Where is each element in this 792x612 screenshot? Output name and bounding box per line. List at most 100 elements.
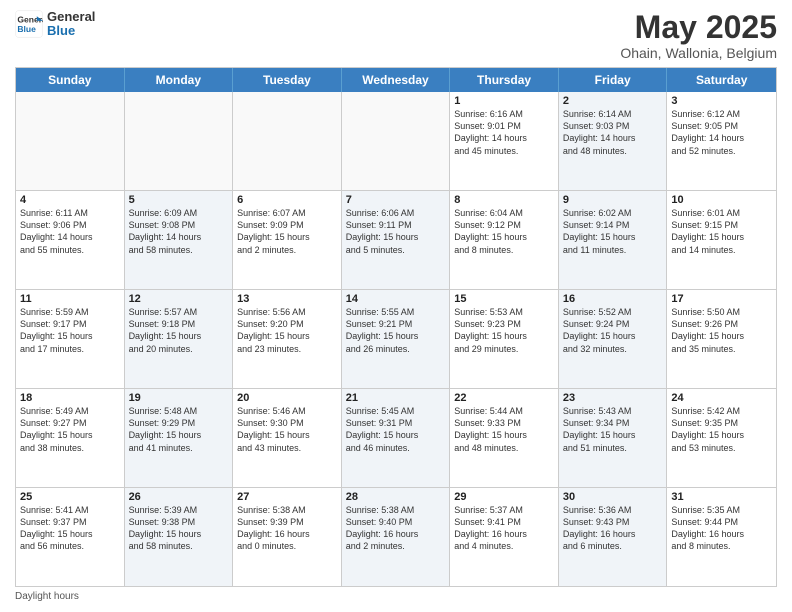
calendar-header-cell: Friday	[559, 68, 668, 92]
calendar-cell: 31Sunrise: 5:35 AM Sunset: 9:44 PM Dayli…	[667, 488, 776, 586]
calendar-cell: 6Sunrise: 6:07 AM Sunset: 9:09 PM Daylig…	[233, 191, 342, 289]
calendar-cell: 11Sunrise: 5:59 AM Sunset: 9:17 PM Dayli…	[16, 290, 125, 388]
day-number: 25	[20, 491, 120, 503]
day-number: 30	[563, 491, 663, 503]
cell-daylight-info: Sunrise: 6:16 AM Sunset: 9:01 PM Dayligh…	[454, 108, 554, 157]
day-number: 13	[237, 293, 337, 305]
calendar-cell: 4Sunrise: 6:11 AM Sunset: 9:06 PM Daylig…	[16, 191, 125, 289]
calendar-cell	[342, 92, 451, 190]
calendar-header-row: SundayMondayTuesdayWednesdayThursdayFrid…	[16, 68, 776, 92]
calendar-cell: 1Sunrise: 6:16 AM Sunset: 9:01 PM Daylig…	[450, 92, 559, 190]
day-number: 12	[129, 293, 229, 305]
calendar-cell: 26Sunrise: 5:39 AM Sunset: 9:38 PM Dayli…	[125, 488, 234, 586]
day-number: 23	[563, 392, 663, 404]
day-number: 17	[671, 293, 772, 305]
title-block: May 2025 Ohain, Wallonia, Belgium	[620, 10, 777, 61]
cell-daylight-info: Sunrise: 5:55 AM Sunset: 9:21 PM Dayligh…	[346, 306, 446, 355]
calendar-cell: 8Sunrise: 6:04 AM Sunset: 9:12 PM Daylig…	[450, 191, 559, 289]
calendar-cell: 3Sunrise: 6:12 AM Sunset: 9:05 PM Daylig…	[667, 92, 776, 190]
day-number: 31	[671, 491, 772, 503]
calendar-cell: 5Sunrise: 6:09 AM Sunset: 9:08 PM Daylig…	[125, 191, 234, 289]
calendar-header-cell: Thursday	[450, 68, 559, 92]
cell-daylight-info: Sunrise: 5:56 AM Sunset: 9:20 PM Dayligh…	[237, 306, 337, 355]
footer-note: Daylight hours	[15, 591, 777, 602]
day-number: 22	[454, 392, 554, 404]
calendar-cell: 29Sunrise: 5:37 AM Sunset: 9:41 PM Dayli…	[450, 488, 559, 586]
cell-daylight-info: Sunrise: 5:38 AM Sunset: 9:40 PM Dayligh…	[346, 504, 446, 553]
cell-daylight-info: Sunrise: 6:02 AM Sunset: 9:14 PM Dayligh…	[563, 207, 663, 256]
calendar-cell: 17Sunrise: 5:50 AM Sunset: 9:26 PM Dayli…	[667, 290, 776, 388]
calendar: SundayMondayTuesdayWednesdayThursdayFrid…	[15, 67, 777, 587]
calendar-header-cell: Saturday	[667, 68, 776, 92]
cell-daylight-info: Sunrise: 6:04 AM Sunset: 9:12 PM Dayligh…	[454, 207, 554, 256]
cell-daylight-info: Sunrise: 5:50 AM Sunset: 9:26 PM Dayligh…	[671, 306, 772, 355]
cell-daylight-info: Sunrise: 5:45 AM Sunset: 9:31 PM Dayligh…	[346, 405, 446, 454]
day-number: 14	[346, 293, 446, 305]
calendar-row: 18Sunrise: 5:49 AM Sunset: 9:27 PM Dayli…	[16, 389, 776, 488]
header: General Blue General Blue May 2025 Ohain…	[15, 10, 777, 61]
cell-daylight-info: Sunrise: 5:52 AM Sunset: 9:24 PM Dayligh…	[563, 306, 663, 355]
day-number: 3	[671, 95, 772, 107]
day-number: 9	[563, 194, 663, 206]
calendar-row: 4Sunrise: 6:11 AM Sunset: 9:06 PM Daylig…	[16, 191, 776, 290]
day-number: 18	[20, 392, 120, 404]
calendar-row: 25Sunrise: 5:41 AM Sunset: 9:37 PM Dayli…	[16, 488, 776, 586]
calendar-cell: 13Sunrise: 5:56 AM Sunset: 9:20 PM Dayli…	[233, 290, 342, 388]
day-number: 15	[454, 293, 554, 305]
calendar-body: 1Sunrise: 6:16 AM Sunset: 9:01 PM Daylig…	[16, 92, 776, 586]
calendar-cell	[233, 92, 342, 190]
day-number: 4	[20, 194, 120, 206]
calendar-cell: 19Sunrise: 5:48 AM Sunset: 9:29 PM Dayli…	[125, 389, 234, 487]
day-number: 6	[237, 194, 337, 206]
day-number: 16	[563, 293, 663, 305]
day-number: 2	[563, 95, 663, 107]
day-number: 28	[346, 491, 446, 503]
page: General Blue General Blue May 2025 Ohain…	[0, 0, 792, 612]
calendar-header-cell: Tuesday	[233, 68, 342, 92]
day-number: 20	[237, 392, 337, 404]
cell-daylight-info: Sunrise: 5:42 AM Sunset: 9:35 PM Dayligh…	[671, 405, 772, 454]
calendar-cell	[16, 92, 125, 190]
cell-daylight-info: Sunrise: 6:06 AM Sunset: 9:11 PM Dayligh…	[346, 207, 446, 256]
cell-daylight-info: Sunrise: 5:44 AM Sunset: 9:33 PM Dayligh…	[454, 405, 554, 454]
cell-daylight-info: Sunrise: 5:38 AM Sunset: 9:39 PM Dayligh…	[237, 504, 337, 553]
calendar-cell: 15Sunrise: 5:53 AM Sunset: 9:23 PM Dayli…	[450, 290, 559, 388]
calendar-cell: 2Sunrise: 6:14 AM Sunset: 9:03 PM Daylig…	[559, 92, 668, 190]
logo-text-general: General	[47, 10, 95, 24]
logo-icon: General Blue	[15, 10, 43, 38]
cell-daylight-info: Sunrise: 5:37 AM Sunset: 9:41 PM Dayligh…	[454, 504, 554, 553]
day-number: 21	[346, 392, 446, 404]
calendar-row: 1Sunrise: 6:16 AM Sunset: 9:01 PM Daylig…	[16, 92, 776, 191]
calendar-cell: 20Sunrise: 5:46 AM Sunset: 9:30 PM Dayli…	[233, 389, 342, 487]
calendar-cell: 14Sunrise: 5:55 AM Sunset: 9:21 PM Dayli…	[342, 290, 451, 388]
calendar-cell: 10Sunrise: 6:01 AM Sunset: 9:15 PM Dayli…	[667, 191, 776, 289]
day-number: 5	[129, 194, 229, 206]
cell-daylight-info: Sunrise: 6:11 AM Sunset: 9:06 PM Dayligh…	[20, 207, 120, 256]
calendar-cell: 28Sunrise: 5:38 AM Sunset: 9:40 PM Dayli…	[342, 488, 451, 586]
month-year: May 2025	[620, 10, 777, 45]
cell-daylight-info: Sunrise: 5:48 AM Sunset: 9:29 PM Dayligh…	[129, 405, 229, 454]
calendar-cell: 7Sunrise: 6:06 AM Sunset: 9:11 PM Daylig…	[342, 191, 451, 289]
calendar-cell: 23Sunrise: 5:43 AM Sunset: 9:34 PM Dayli…	[559, 389, 668, 487]
cell-daylight-info: Sunrise: 5:59 AM Sunset: 9:17 PM Dayligh…	[20, 306, 120, 355]
calendar-cell: 21Sunrise: 5:45 AM Sunset: 9:31 PM Dayli…	[342, 389, 451, 487]
cell-daylight-info: Sunrise: 5:39 AM Sunset: 9:38 PM Dayligh…	[129, 504, 229, 553]
cell-daylight-info: Sunrise: 5:53 AM Sunset: 9:23 PM Dayligh…	[454, 306, 554, 355]
day-number: 1	[454, 95, 554, 107]
calendar-cell: 30Sunrise: 5:36 AM Sunset: 9:43 PM Dayli…	[559, 488, 668, 586]
calendar-cell: 25Sunrise: 5:41 AM Sunset: 9:37 PM Dayli…	[16, 488, 125, 586]
svg-text:Blue: Blue	[17, 24, 36, 34]
day-number: 7	[346, 194, 446, 206]
cell-daylight-info: Sunrise: 6:12 AM Sunset: 9:05 PM Dayligh…	[671, 108, 772, 157]
calendar-header-cell: Wednesday	[342, 68, 451, 92]
logo-text-blue: Blue	[47, 24, 95, 38]
cell-daylight-info: Sunrise: 6:14 AM Sunset: 9:03 PM Dayligh…	[563, 108, 663, 157]
calendar-cell	[125, 92, 234, 190]
cell-daylight-info: Sunrise: 6:01 AM Sunset: 9:15 PM Dayligh…	[671, 207, 772, 256]
calendar-cell: 18Sunrise: 5:49 AM Sunset: 9:27 PM Dayli…	[16, 389, 125, 487]
day-number: 24	[671, 392, 772, 404]
calendar-cell: 27Sunrise: 5:38 AM Sunset: 9:39 PM Dayli…	[233, 488, 342, 586]
day-number: 8	[454, 194, 554, 206]
calendar-row: 11Sunrise: 5:59 AM Sunset: 9:17 PM Dayli…	[16, 290, 776, 389]
day-number: 29	[454, 491, 554, 503]
